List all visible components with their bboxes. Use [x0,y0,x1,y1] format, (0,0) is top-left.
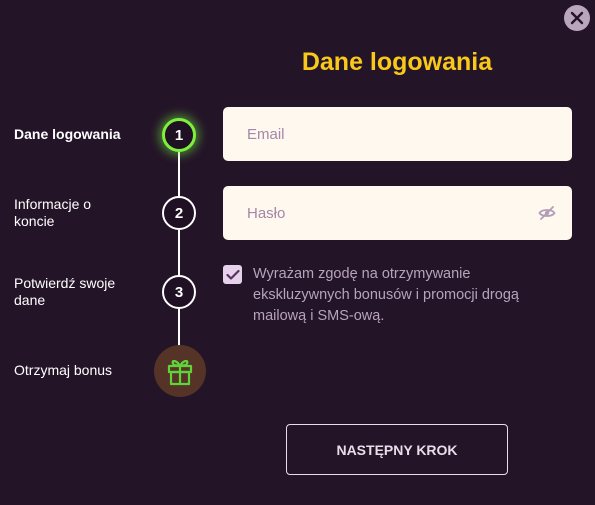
registration-modal: Dane logowania Dane logowania 1 Informac… [0,0,595,505]
stepper-connector [178,230,180,276]
consent-checkbox[interactable] [223,265,242,284]
password-field-container [223,186,572,240]
step-label-3: Potwierdź swoje dane [14,275,116,308]
consent-text: Wyrażam zgodę na otrzymywanie ekskluzywn… [253,266,519,324]
password-input[interactable] [245,203,550,223]
page-title: Dane logowania [301,48,493,76]
gift-icon [167,359,193,386]
email-field-container [223,107,572,161]
bonus-step-indicator [154,345,206,397]
eye-off-icon[interactable] [538,204,556,222]
email-input[interactable] [245,124,550,144]
stepper-connector [178,152,180,198]
checkmark-icon [225,269,240,280]
step-3-indicator: 3 [162,275,196,309]
step-1-indicator: 1 [162,118,196,152]
close-icon [570,11,584,25]
step-number: 2 [174,204,184,222]
step-number: 3 [174,283,184,301]
step-label-2: Informacje o koncie [14,196,92,229]
stepper-connector [178,309,180,347]
next-step-button[interactable]: NASTĘPNY KROK [286,424,508,475]
step-number: 1 [174,126,184,144]
step-label-1: Dane logowania [14,126,121,142]
close-button[interactable] [564,5,590,31]
step-label-4: Otrzymaj bonus [14,362,113,378]
step-2-indicator: 2 [162,196,196,230]
